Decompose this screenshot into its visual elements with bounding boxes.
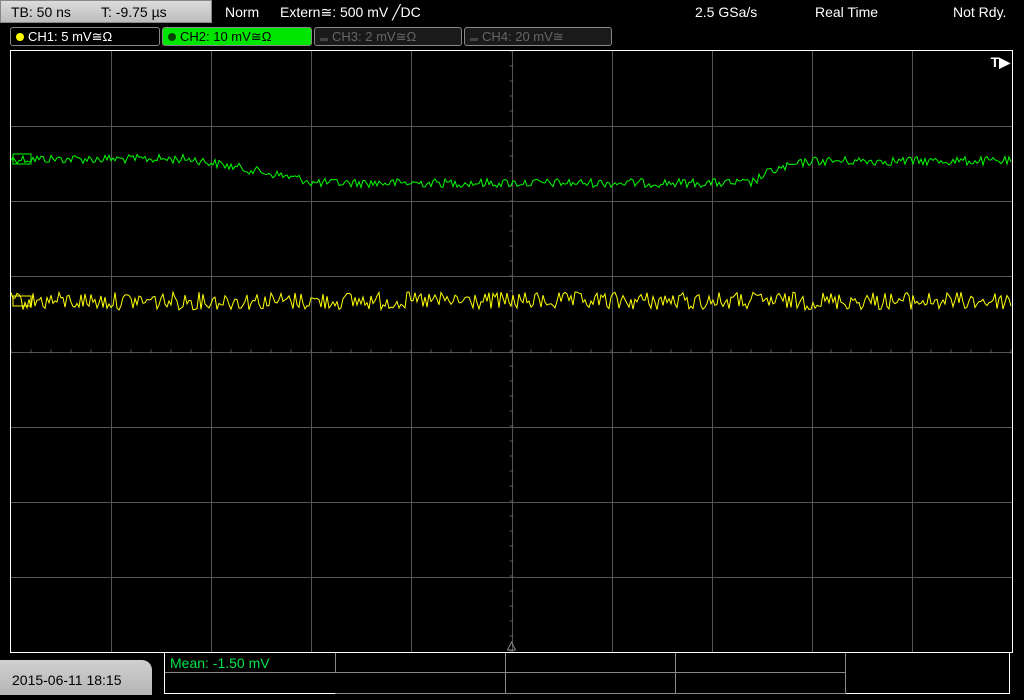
acquisition-mode: Real Time [815,4,879,20]
channel-1-button[interactable]: CH1: 5 mV≅Ω [10,27,160,46]
meas-cell [505,653,676,673]
sample-rate: 2.5 GSa/s [695,4,758,20]
timebase-box[interactable]: TB: 50 ns T: -9.75 µs [0,0,212,23]
trigger-mode[interactable]: Norm [225,0,259,25]
channel-3-button[interactable]: CH3: 2 mV≅Ω [314,27,462,46]
ch3-indicator-icon [320,38,328,41]
trigger-marker-icon: T▶ [990,54,1010,70]
trigger-source[interactable]: Extern≅: 500 mV ╱DC [280,0,421,25]
ch3-label: CH3: 2 mV≅Ω [332,29,417,44]
meas-cell [675,653,846,673]
ch2-indicator-icon [168,33,176,41]
meas-cell [675,672,846,694]
timebase-value: TB: 50 ns [11,4,71,20]
waveform-svg [11,51,1012,652]
measurement-panel: Mean: -1.50 mV [164,652,1010,694]
ch2-label: CH2: 10 mV≅Ω [180,29,272,44]
trigger-position-icon [506,640,517,651]
ch4-indicator-icon [470,38,478,41]
channel-row: CH1: 5 mV≅Ω CH2: 10 mV≅Ω CH3: 2 mV≅Ω CH4… [0,26,1024,48]
channel-2-button[interactable]: CH2: 10 mV≅Ω [162,27,312,46]
trigger-time-value: T: -9.75 µs [101,4,167,20]
meas-cell [335,672,506,694]
ch1-trace [11,290,1012,312]
ch1-indicator-icon [16,33,24,41]
meas-cell [335,653,506,673]
ch4-label: CH4: 20 mV≅ [482,29,564,44]
datetime-label: 2015-06-11 18:15 [0,660,152,695]
status-bar: TB: 50 ns T: -9.75 µs Norm Extern≅: 500 … [0,0,1024,25]
waveform-display[interactable] [10,50,1013,653]
meas-cell [165,653,336,673]
channel-4-button[interactable]: CH4: 20 mV≅ [464,27,612,46]
ch1-label: CH1: 5 mV≅Ω [28,29,113,44]
trigger-status: Not Rdy. [953,4,1007,20]
meas-cell [505,672,676,694]
